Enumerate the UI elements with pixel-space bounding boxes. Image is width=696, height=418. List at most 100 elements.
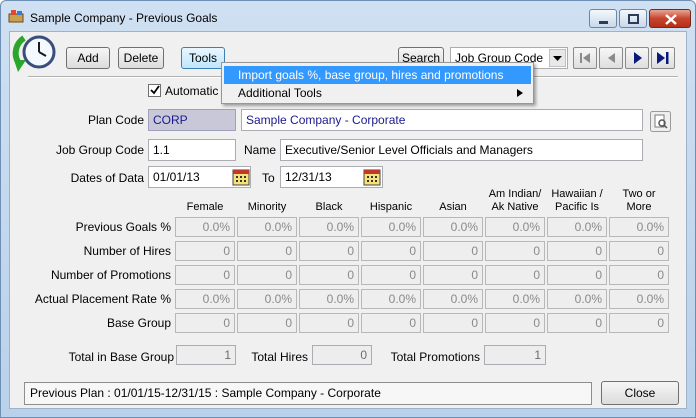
calendar-from-icon[interactable] [232,168,250,186]
table-cell: 0.0% [361,289,421,309]
table-cell: 0 [547,241,607,261]
checkmark-icon [150,85,160,95]
table-cell: 0.0% [609,289,669,309]
table-cell: 0.0% [547,289,607,309]
total-hires-label: Total Hires [251,350,308,364]
col-header-hawaiian: Hawaiian / Pacific Is [551,188,603,213]
row-label: Actual Placement Rate % [34,292,171,306]
table-cell: 0 [175,313,235,333]
close-icon [665,14,677,25]
date-from-value: 01/01/13 [153,170,200,184]
table-cell: 0 [361,265,421,285]
automatic-label: Automatic [165,84,219,98]
calendar-to-icon[interactable] [363,168,381,186]
col-header-female: Female [186,201,224,213]
table-cell: 0.0% [609,217,669,237]
window-title: Sample Company - Previous Goals [30,11,218,25]
col-header-minority: Minority [247,201,287,213]
first-record-button[interactable] [573,47,597,69]
plan-code-field: CORP [148,109,236,131]
lookup-magnifier-icon[interactable] [650,111,671,132]
table-cell: 0 [547,265,607,285]
table-cell: 0 [423,313,483,333]
total-hires-field: 0 [312,345,372,365]
status-bar: Previous Plan : 01/01/15-12/31/15 : Samp… [24,382,592,405]
tools-menu: Import goals %, base group, hires and pr… [221,62,534,104]
col-header-two-or-more: Two or More [622,188,656,213]
table-cell: 0 [299,313,359,333]
col-header-am-indian: Am Indian/ Ak Native [488,188,542,213]
table-cell: 0 [175,265,235,285]
row-label: Previous Goals % [75,220,171,234]
close-button[interactable]: Close [601,381,679,405]
table-cell: 0 [485,241,545,261]
close-window-button[interactable] [649,9,691,28]
last-icon [657,52,669,64]
tools-button[interactable]: Tools [181,47,225,69]
total-base-group-field: 1 [176,345,236,365]
job-group-name-input[interactable]: Executive/Senior Level Officials and Man… [280,139,643,161]
table-cell: 0 [361,241,421,261]
name-label: Name [244,143,277,157]
table-cell: 0.0% [299,217,359,237]
table-cell: 0.0% [361,217,421,237]
table-cell: 0.0% [547,217,607,237]
table-cell: 0 [237,313,297,333]
table-cell: 0 [299,265,359,285]
table-cell: 0 [485,313,545,333]
total-promotions-field: 1 [484,345,546,365]
title-bar[interactable]: Sample Company - Previous Goals [1,1,695,31]
row-label: Number of Hires [83,244,171,258]
add-button[interactable]: Add [66,47,110,69]
col-header-black: Black [315,201,343,213]
job-group-label: Job Group Code [55,143,144,157]
previous-record-button[interactable] [599,47,623,69]
table-cell: 0.0% [237,289,297,309]
plan-name-field: Sample Company - Corporate [241,109,643,131]
first-icon [580,53,590,63]
last-record-button[interactable] [651,47,675,69]
minimize-button[interactable] [589,9,617,28]
total-base-group-label: Total in Base Group [68,350,174,364]
table-cell: 0 [423,241,483,261]
table-cell: 0 [423,265,483,285]
table-cell: 0 [361,313,421,333]
submenu-arrow-icon [517,89,523,97]
col-header-hispanic: Hispanic [369,201,413,213]
plan-code-label: Plan Code [87,113,144,127]
table-cell: 0.0% [237,217,297,237]
table-cell: 0.0% [485,217,545,237]
table-cell: 0 [609,241,669,261]
automatic-checkbox[interactable] [148,84,161,97]
total-promotions-label: Total Promotions [390,350,480,364]
app-logo-icon [8,10,24,23]
delete-button[interactable]: Delete [118,47,164,69]
table-cell: 0 [609,265,669,285]
clock-refresh-icon [12,35,56,72]
minimize-icon [599,21,608,24]
table-cell: 0.0% [423,289,483,309]
menu-item-additional-tools[interactable]: Additional Tools [224,84,531,102]
maximize-icon [628,14,639,24]
next-record-button[interactable] [625,47,649,69]
table-cell: 0 [609,313,669,333]
table-cell: 0.0% [423,217,483,237]
date-to-value: 12/31/13 [285,170,332,184]
next-icon [634,52,642,64]
to-label: To [262,171,275,185]
table-cell: 0.0% [175,289,235,309]
menu-item-import-goals[interactable]: Import goals %, base group, hires and pr… [224,66,531,84]
chevron-down-icon[interactable] [549,49,566,67]
row-label: Number of Promotions [50,268,171,282]
table-cell: 0 [299,241,359,261]
table-cell: 0 [175,241,235,261]
maximize-button[interactable] [619,9,647,28]
col-header-asian: Asian [439,201,467,213]
row-label: Base Group [106,316,171,330]
dates-of-data-label: Dates of Data [70,171,144,185]
app-window: Sample Company - Previous Goals Add Dele… [0,0,696,418]
job-group-input[interactable]: 1.1 [148,139,236,161]
table-cell: 0 [237,241,297,261]
table-cell: 0.0% [299,289,359,309]
table-cell: 0.0% [485,289,545,309]
